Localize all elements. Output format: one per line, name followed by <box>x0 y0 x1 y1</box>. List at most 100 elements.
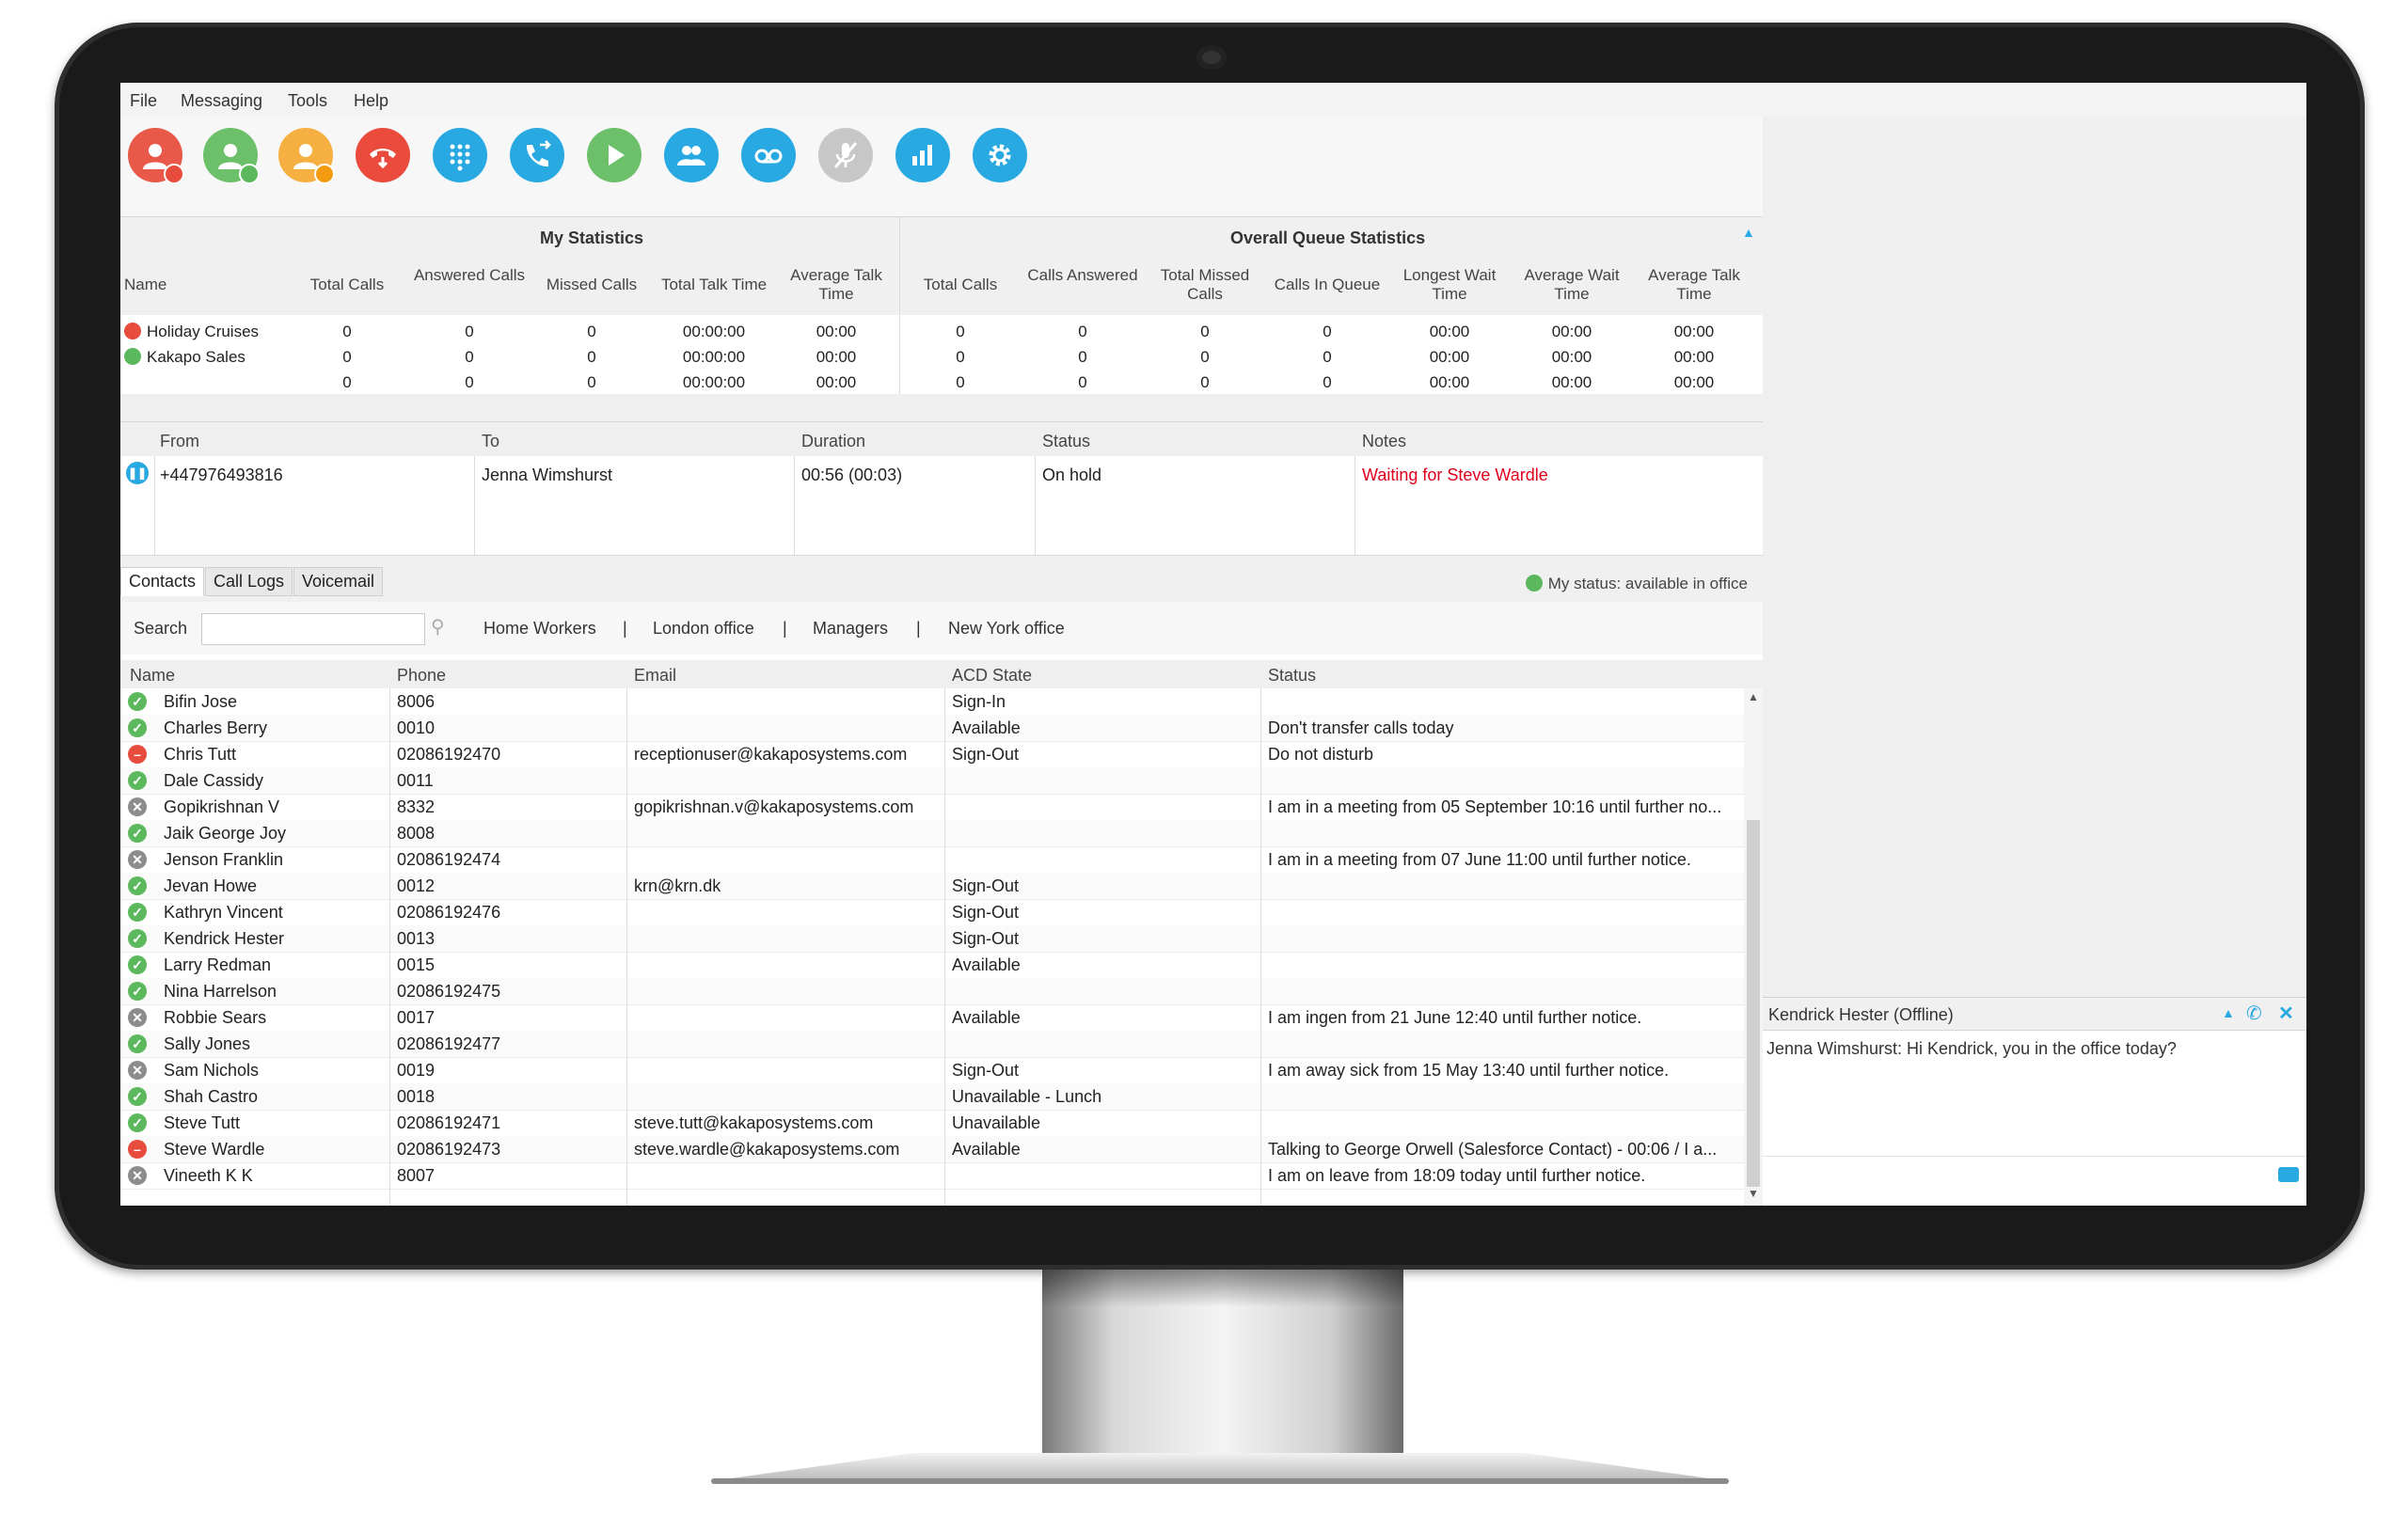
tab-contacts[interactable]: Contacts <box>120 567 205 596</box>
queue-duration: 00:56 (00:03) <box>801 466 903 484</box>
contact-acd: Sign-In <box>952 692 1006 711</box>
menu-tools[interactable]: Tools <box>288 91 327 111</box>
webcam <box>1196 45 1227 70</box>
menu-help[interactable]: Help <box>354 91 388 111</box>
contact-acd: Available <box>952 1008 1021 1027</box>
stats-cell: 00:00 <box>1673 348 1715 366</box>
contacts-scrollbar[interactable]: ▲ ▼ <box>1744 688 1763 1206</box>
stats-cell: 0 <box>342 323 352 340</box>
chat-close-icon[interactable]: ✕ <box>2278 1002 2294 1025</box>
contact-row[interactable]: ✕ Robbie Sears 0017 Available I am ingen fro… <box>120 1004 1744 1032</box>
contact-row[interactable]: ✓ Jaik George Joy 8008 <box>120 820 1744 847</box>
contact-email: steve.wardle@kakaposystems.com <box>634 1140 900 1159</box>
group-separator: | <box>623 619 627 638</box>
tab-voicemail[interactable]: Voicemail <box>293 567 384 596</box>
menu-messaging[interactable]: Messaging <box>181 91 262 111</box>
contact-status: I am ingen from 21 June 12:40 until furt… <box>1268 1008 1642 1027</box>
chat-send-icon[interactable] <box>2278 1167 2299 1182</box>
contact-row[interactable]: ✓ Jevan Howe 0012 krn@krn.dk Sign-Out <box>120 873 1744 900</box>
stats-cell: 0 <box>956 348 965 366</box>
contact-row[interactable]: ✕ Sam Nichols 0019 Sign-Out I am away sick f… <box>120 1057 1744 1084</box>
contact-row[interactable]: ✕ Jenson Franklin 02086192474 I am in a mee… <box>120 846 1744 874</box>
scroll-thumb[interactable] <box>1747 820 1760 1187</box>
stats-row[interactable]: Kakapo Sales 0 0 0 00:00:00 00:00 0 0 0 0 00:00 00:… <box>120 348 1763 373</box>
contact-row[interactable]: ✓ Bifin Jose 8006 Sign-In <box>120 688 1744 716</box>
contact-phone: 0011 <box>397 771 434 790</box>
queue-notes: Waiting for Steve Wardle <box>1362 466 1548 484</box>
contact-row[interactable]: ✓ Dale Cassidy 0011 <box>120 767 1744 795</box>
user-busy-icon[interactable] <box>128 128 184 184</box>
search-icon[interactable]: ⚲ <box>431 615 445 639</box>
stats-row[interactable]: 0 0 0 00:00:00 00:00 0 0 0 0 00:00 00:00 00:00 <box>120 373 1763 399</box>
settings-icon[interactable] <box>973 128 1027 182</box>
contact-row[interactable]: ✓ Nina Harrelson 02086192475 <box>120 978 1744 1005</box>
contact-row[interactable]: ✕ Vineeth K K 8007 I am on leave from 18:09… <box>120 1162 1744 1190</box>
chat-title: Kendrick Hester (Offline) <box>1768 1005 1954 1024</box>
group-home-workers[interactable]: Home Workers <box>483 619 596 639</box>
transfer-call-icon[interactable] <box>510 128 564 182</box>
stats-cell: 00:00 <box>816 373 857 391</box>
user-available-icon[interactable] <box>203 128 260 184</box>
contact-phone: 0010 <box>397 718 436 737</box>
contact-row[interactable]: ✓ Shah Castro 0018 Unavailable - Lunch <box>120 1083 1744 1111</box>
col-contact-email[interactable]: Email <box>634 666 676 686</box>
contact-row[interactable]: ✓ Charles Berry 0010 Available Don't transfe… <box>120 715 1744 742</box>
col-acd-state[interactable]: ACD State <box>952 666 1032 686</box>
stats-row-name: Kakapo Sales <box>124 348 246 367</box>
contact-name: Kendrick Hester <box>164 929 285 948</box>
contact-acd: Sign-Out <box>952 929 1020 948</box>
stats-cell: 0 <box>342 373 352 391</box>
tab-call-logs[interactable]: Call Logs <box>205 567 293 596</box>
group-icon[interactable] <box>664 128 719 182</box>
presence-available-icon: ✓ <box>128 771 147 790</box>
chat-collapse-icon[interactable]: ▲ <box>2222 1005 2235 1020</box>
contact-row[interactable]: ✕ Gopikrishnan V 8332 gopikrishnan.v@kakapo… <box>120 794 1744 821</box>
toolbar <box>120 117 1763 216</box>
col-contact-name[interactable]: Name <box>130 666 175 686</box>
contact-status: Talking to George Orwell (Salesforce Con… <box>1268 1140 1718 1159</box>
col-contact-status[interactable]: Status <box>1268 666 1316 686</box>
group-new-york-office[interactable]: New York office <box>948 619 1065 639</box>
scroll-up-icon[interactable]: ▲ <box>1748 690 1759 703</box>
contact-acd: Sign-Out <box>952 745 1020 764</box>
presence-available-icon: ✓ <box>128 1113 147 1132</box>
contact-row[interactable]: ✓ Steve Tutt 02086192471 steve.tutt@kakapos… <box>120 1110 1744 1137</box>
contact-row[interactable]: ✓ Sally Jones 02086192477 <box>120 1031 1744 1058</box>
contact-name: Vineeth K K <box>164 1166 253 1185</box>
col-longest-wait-time: Longest Wait Time <box>1402 266 1497 303</box>
group-managers[interactable]: Managers <box>813 619 888 639</box>
group-london-office[interactable]: London office <box>653 619 754 639</box>
chat-call-icon[interactable]: ✆ <box>2246 1002 2262 1025</box>
stats-row[interactable]: Holiday Cruises 0 0 0 00:00:00 00:00 0 0 0 0 00:00… <box>120 323 1763 348</box>
my-status[interactable]: My status: available in office <box>1525 575 1748 593</box>
play-icon[interactable] <box>587 128 642 182</box>
statistics-icon[interactable] <box>895 128 950 182</box>
contact-row[interactable]: ✓ Kendrick Hester 0013 Sign-Out <box>120 925 1744 953</box>
contact-phone: 02086192470 <box>397 745 501 764</box>
user-away-icon[interactable] <box>278 128 335 184</box>
contact-row[interactable]: – Chris Tutt 02086192470 receptionuser@kaka… <box>120 741 1744 768</box>
contact-row[interactable]: ✓ Larry Redman 0015 Available <box>120 952 1744 979</box>
search-input[interactable] <box>201 613 425 645</box>
scroll-down-icon[interactable]: ▼ <box>1748 1187 1759 1200</box>
contact-name: Sam Nichols <box>164 1061 260 1080</box>
menu-file[interactable]: File <box>130 91 157 111</box>
col-queue-average-talk-time: Average Talk Time <box>1648 266 1740 303</box>
dialpad-icon[interactable] <box>433 128 487 182</box>
presence-available-icon: ✓ <box>128 1034 147 1053</box>
col-contact-phone[interactable]: Phone <box>397 666 446 686</box>
mute-icon[interactable] <box>818 128 873 182</box>
voicemail-icon[interactable] <box>741 128 796 182</box>
contact-name: Bifin Jose <box>164 692 238 711</box>
queue-statistics-title: Overall Queue Statistics <box>1230 229 1426 247</box>
presence-offline-icon: ✕ <box>128 1166 147 1185</box>
stats-cell: 00:00:00 <box>682 348 746 366</box>
contact-row[interactable]: ✓ Kathryn Vincent 02086192476 Sign-Out <box>120 899 1744 926</box>
contact-row[interactable]: – Steve Wardle 02086192473 steve.wardle@kak… <box>120 1136 1744 1163</box>
stats-cell: 0 <box>342 348 352 366</box>
chat-input[interactable] <box>1763 1158 2306 1206</box>
collapse-up-icon[interactable]: ▲ <box>1742 225 1755 240</box>
stats-cell: 0 <box>465 348 474 366</box>
hangup-icon[interactable] <box>356 128 410 182</box>
queue-status-icon <box>124 348 141 365</box>
